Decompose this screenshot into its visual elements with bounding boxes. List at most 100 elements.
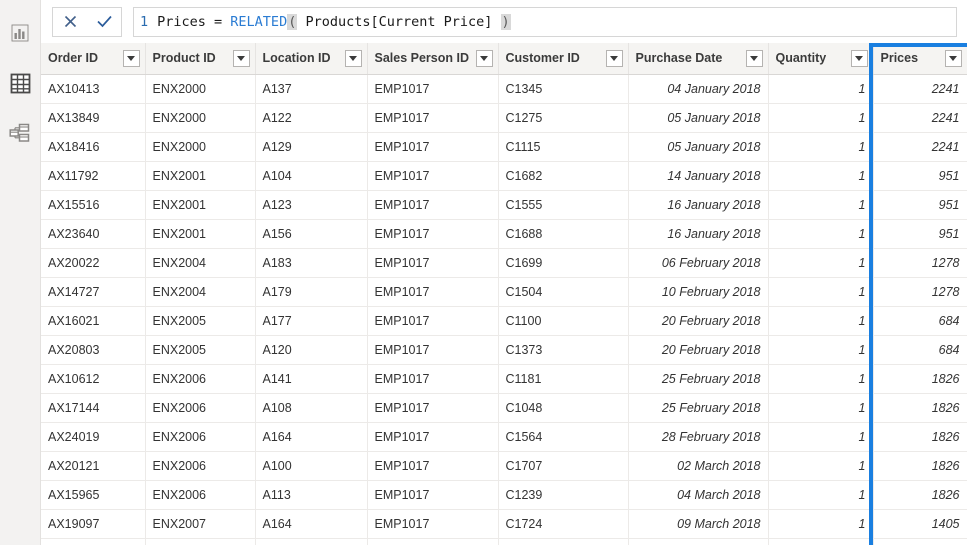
column-header-prices[interactable]: Prices (873, 43, 967, 75)
table-row[interactable]: AX16196ENX2007A115EMP1017C152513 March 2… (41, 538, 967, 545)
cell-location-id[interactable]: A123 (255, 190, 368, 220)
cell-quantity[interactable]: 1 (768, 451, 874, 481)
cell-location-id[interactable]: A164 (255, 422, 368, 452)
cell-product-id[interactable]: ENX2001 (145, 190, 256, 220)
cell-quantity[interactable]: 1 (768, 335, 874, 365)
cell-customer-id[interactable]: C1564 (498, 422, 629, 452)
cell-quantity[interactable]: 1 (768, 277, 874, 307)
cell-order-id[interactable]: AX15965 (41, 480, 146, 510)
cell-prices[interactable]: 684 (873, 335, 967, 365)
cell-prices[interactable]: 1405 (873, 509, 967, 539)
cell-quantity[interactable]: 1 (768, 219, 874, 249)
cell-prices[interactable]: 1826 (873, 451, 967, 481)
cell-customer-id[interactable]: C1345 (498, 74, 629, 104)
filter-dropdown-button[interactable] (944, 49, 962, 67)
cell-location-id[interactable]: A122 (255, 103, 368, 133)
cell-location-id[interactable]: A141 (255, 364, 368, 394)
cell-quantity[interactable]: 1 (768, 422, 874, 452)
cell-prices[interactable]: 684 (873, 306, 967, 336)
cell-location-id[interactable]: A115 (255, 538, 368, 545)
cell-customer-id[interactable]: C1115 (498, 132, 629, 162)
cell-prices[interactable]: 1826 (873, 364, 967, 394)
cell-sales-person-id[interactable]: EMP1017 (367, 451, 499, 481)
cell-prices[interactable]: 1278 (873, 248, 967, 278)
cell-prices[interactable]: 1826 (873, 422, 967, 452)
cell-prices[interactable]: 951 (873, 219, 967, 249)
sidebar-item-model-view[interactable] (0, 108, 41, 158)
cell-purchase-date[interactable]: 13 March 2018 (628, 538, 769, 545)
filter-dropdown-button[interactable] (344, 49, 362, 67)
cell-quantity[interactable]: 1 (768, 161, 874, 191)
column-header-purchase-date[interactable]: Purchase Date (628, 43, 769, 75)
table-row[interactable]: AX15516 ENX2001 A123 EMP1017 C1555 16 January… (41, 190, 967, 220)
cell-sales-person-id[interactable]: EMP1017 (367, 393, 499, 423)
cell-product-id[interactable]: ENX2001 (145, 219, 256, 249)
cell-product-id[interactable]: ENX2000 (145, 74, 256, 104)
filter-dropdown-button[interactable] (850, 49, 868, 67)
cell-sales-person-id[interactable]: EMP1017 (367, 306, 499, 336)
cell-customer-id[interactable]: C1275 (498, 103, 629, 133)
table-row[interactable]: AX13849 ENX2000 A122 EMP1017 C1275 05 January… (41, 103, 967, 133)
cell-quantity[interactable]: 1 (768, 480, 874, 510)
column-header-customer-id[interactable]: Customer ID (498, 43, 629, 75)
cell-order-id[interactable]: AX16021 (41, 306, 146, 336)
cell-location-id[interactable]: A179 (255, 277, 368, 307)
cell-prices[interactable]: 1826 (873, 480, 967, 510)
cell-order-id[interactable]: AX20121 (41, 451, 146, 481)
table-row[interactable]: AX10612 ENX2006 A141 EMP1017 C1181 25 Februar… (41, 364, 967, 394)
cell-quantity[interactable]: 1 (768, 248, 874, 278)
table-row[interactable]: AX19097 ENX2007 A164 EMP1017 C1724 09 March 2… (41, 509, 967, 539)
cell-purchase-date[interactable]: 28 February 2018 (628, 422, 769, 452)
cell-purchase-date[interactable]: 16 January 2018 (628, 219, 769, 249)
cell-purchase-date[interactable]: 04 January 2018 (628, 74, 769, 104)
cell-prices[interactable]: 2241 (873, 74, 967, 104)
cell-purchase-date[interactable]: 02 March 2018 (628, 451, 769, 481)
cell-purchase-date[interactable]: 06 February 2018 (628, 248, 769, 278)
cell-order-id[interactable]: AX24019 (41, 422, 146, 452)
cell-sales-person-id[interactable]: EMP1017 (367, 219, 499, 249)
cell-product-id[interactable]: ENX2004 (145, 248, 256, 278)
cell-sales-person-id[interactable]: EMP1017 (367, 364, 499, 394)
table-row[interactable]: AX23640 ENX2001 A156 EMP1017 C1688 16 January… (41, 219, 967, 249)
cell-location-id[interactable]: A104 (255, 161, 368, 191)
cell-product-id[interactable]: ENX2007 (145, 538, 256, 545)
cell-customer-id[interactable]: C1688 (498, 219, 629, 249)
filter-dropdown-button[interactable] (232, 49, 250, 67)
filter-dropdown-button[interactable] (122, 49, 140, 67)
cell-order-id[interactable]: AX10413 (41, 74, 146, 104)
column-header-quantity[interactable]: Quantity (768, 43, 874, 75)
cell-quantity[interactable]: 1 (768, 306, 874, 336)
cell-order-id[interactable]: AX20803 (41, 335, 146, 365)
table-row[interactable]: AX15965 ENX2006 A113 EMP1017 C1239 04 March 2… (41, 480, 967, 510)
cell-location-id[interactable]: A113 (255, 480, 368, 510)
cell-sales-person-id[interactable]: EMP1017 (367, 335, 499, 365)
cell-order-id[interactable]: AX13849 (41, 103, 146, 133)
cell-sales-person-id[interactable]: EMP1017 (367, 132, 499, 162)
cell-prices[interactable]: 951 (873, 161, 967, 191)
cell-quantity[interactable]: 1 (768, 132, 874, 162)
cell-product-id[interactable]: ENX2006 (145, 480, 256, 510)
cell-sales-person-id[interactable]: EMP1017 (367, 480, 499, 510)
cell-purchase-date[interactable]: 25 February 2018 (628, 364, 769, 394)
cell-order-id[interactable]: AX23640 (41, 219, 146, 249)
cell-quantity[interactable]: 1 (768, 393, 874, 423)
cell-prices[interactable]: 1278 (873, 277, 967, 307)
table-row[interactable]: AX11792 ENX2001 A104 EMP1017 C1682 14 January… (41, 161, 967, 191)
cell-customer-id[interactable]: C1724 (498, 509, 629, 539)
filter-dropdown-button[interactable] (475, 49, 493, 67)
cell-sales-person-id[interactable]: EMP1017 (367, 277, 499, 307)
cell-product-id[interactable]: ENX2000 (145, 103, 256, 133)
cell-sales-person-id[interactable]: EMP1017 (367, 161, 499, 191)
cell-location-id[interactable]: A100 (255, 451, 368, 481)
cell-product-id[interactable]: ENX2006 (145, 451, 256, 481)
cell-purchase-date[interactable]: 20 February 2018 (628, 306, 769, 336)
cell-order-id[interactable]: AX17144 (41, 393, 146, 423)
cell-order-id[interactable]: AX18416 (41, 132, 146, 162)
cell-sales-person-id[interactable]: EMP1017 (367, 538, 499, 545)
cell-order-id[interactable]: AX19097 (41, 509, 146, 539)
cell-quantity[interactable]: 1 (768, 509, 874, 539)
cell-product-id[interactable]: ENX2006 (145, 364, 256, 394)
cell-customer-id[interactable]: C1555 (498, 190, 629, 220)
cell-sales-person-id[interactable]: EMP1017 (367, 103, 499, 133)
column-header-order-id[interactable]: Order ID (41, 43, 146, 75)
